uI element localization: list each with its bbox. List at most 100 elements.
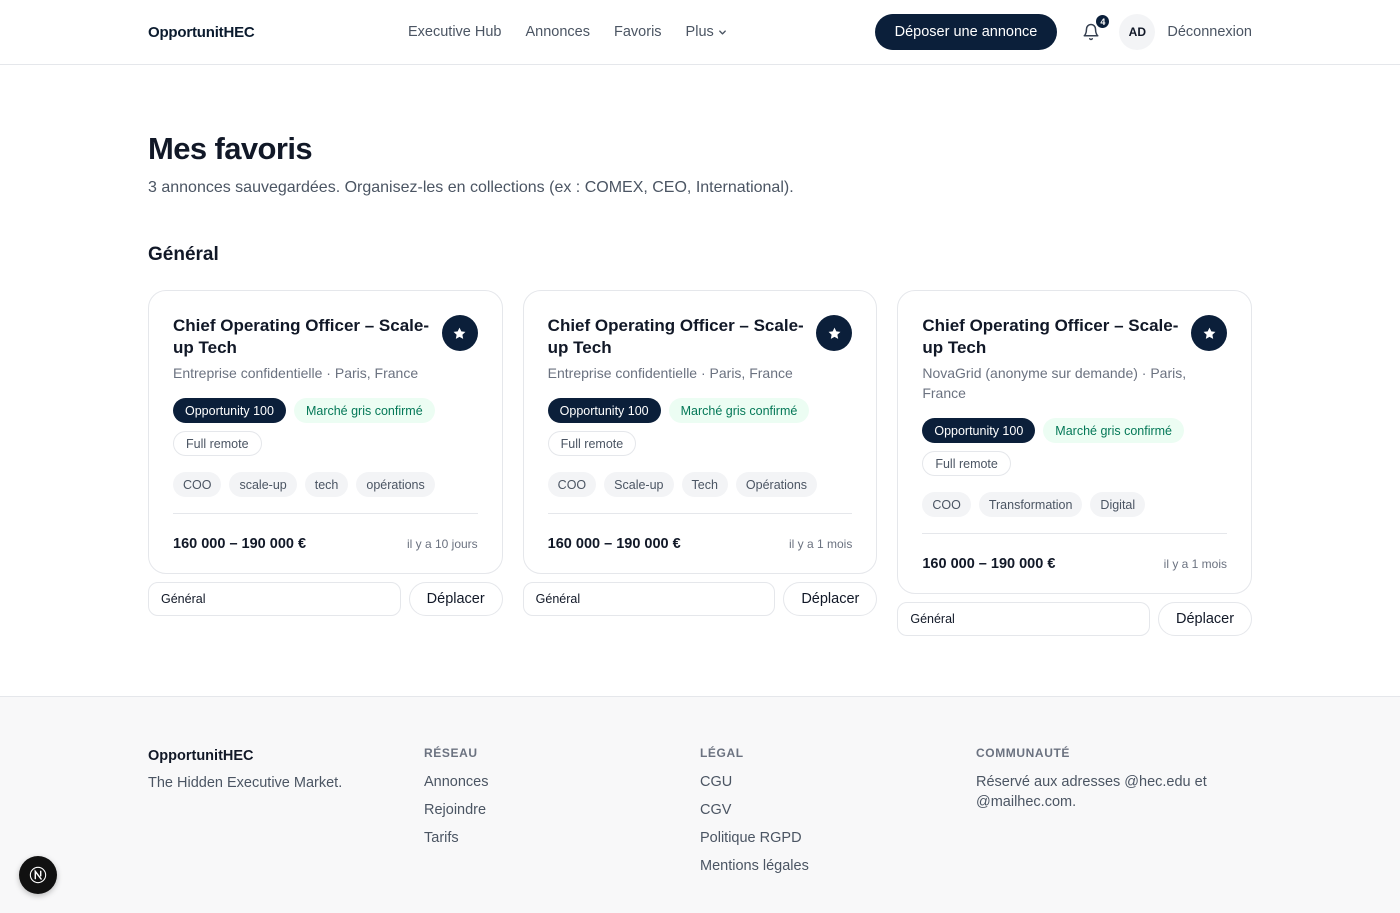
logout-link[interactable]: Déconnexion	[1167, 24, 1252, 40]
tag: Tech	[681, 472, 728, 497]
program-badge: Opportunity 100	[173, 398, 286, 423]
footer-link-annonces[interactable]: Annonces	[424, 772, 700, 792]
salary-range: 160 000 – 190 000 €	[547, 535, 681, 552]
footer-heading: RÉSEAU	[424, 746, 478, 760]
favorites-grid: Chief Operating Officer – Scale-up Tech …	[148, 290, 1253, 636]
listing-tags: COO Scale-up Tech Opérations	[547, 472, 853, 497]
avatar[interactable]: AD	[1119, 14, 1156, 50]
listing-footer: 160 000 – 190 000 € il y a 1 mois	[547, 513, 853, 573]
post-listing-button[interactable]: Déposer une annonce	[874, 14, 1058, 50]
listing-title[interactable]: Chief Operating Officer – Scale-up Tech	[922, 315, 1182, 359]
salary-range: 160 000 – 190 000 €	[173, 535, 307, 552]
chevron-down-icon	[718, 29, 726, 35]
listing-card[interactable]: Chief Operating Officer – Scale-up Tech …	[522, 290, 878, 574]
remote-badge: Full remote	[173, 431, 262, 456]
next-logo-icon	[29, 866, 47, 884]
listing-company-location: NovaGrid (anonyme sur demande) · Paris, …	[922, 365, 1187, 401]
collection-title: Général	[148, 244, 219, 265]
nav-plus[interactable]: Plus	[686, 24, 727, 40]
collection-input[interactable]	[148, 582, 401, 616]
salary-range: 160 000 – 190 000 €	[922, 555, 1056, 572]
unfavorite-button[interactable]	[1191, 315, 1228, 351]
favorite-item: Chief Operating Officer – Scale-up Tech …	[522, 290, 878, 616]
star-icon	[828, 327, 841, 339]
footer-community-text: Réservé aux adresses @hec.edu et @mailhe…	[976, 774, 1207, 810]
listing-title[interactable]: Chief Operating Officer – Scale-up Tech	[173, 315, 433, 359]
listing-tags: COO Transformation Digital	[922, 492, 1227, 517]
tag: COO	[922, 492, 971, 517]
remote-badge: Full remote	[547, 431, 637, 456]
program-badge: Opportunity 100	[547, 398, 661, 423]
dev-tools-button[interactable]	[19, 856, 57, 894]
notification-count-badge: 4	[1095, 14, 1111, 29]
listing-card[interactable]: Chief Operating Officer – Scale-up Tech …	[148, 290, 503, 574]
listing-title[interactable]: Chief Operating Officer – Scale-up Tech	[548, 315, 808, 359]
collection-input[interactable]	[897, 602, 1151, 636]
star-icon	[1203, 327, 1215, 339]
footer-logo: OpportunitHEC	[148, 748, 254, 764]
listing-footer: 160 000 – 190 000 € il y a 10 jours	[173, 513, 478, 573]
footer-link-cgv[interactable]: CGV	[700, 800, 976, 820]
footer-link-mentions[interactable]: Mentions légales	[700, 856, 976, 876]
posted-ago: il y a 1 mois	[788, 536, 853, 551]
tag: Scale-up	[604, 472, 674, 497]
move-button[interactable]: Déplacer	[783, 582, 878, 616]
posted-ago: il y a 10 jours	[406, 536, 478, 551]
main-nav: Executive Hub Annonces Favoris Plus	[408, 0, 727, 64]
unfavorite-button[interactable]	[441, 315, 478, 351]
listing-badges: Opportunity 100 Marché gris confirmé Ful…	[922, 418, 1227, 476]
footer-legal-col: LÉGAL CGU CGV Politique RGPD Mentions lé…	[700, 746, 976, 884]
posted-ago: il y a 1 mois	[1163, 556, 1228, 571]
listing-badges: Opportunity 100 Marché gris confirmé Ful…	[173, 398, 478, 456]
move-row: Déplacer	[148, 582, 503, 616]
listing-tags: COO scale-up tech opérations	[173, 472, 478, 497]
star-icon	[453, 327, 466, 339]
remote-badge: Full remote	[922, 451, 1011, 476]
listing-company-location: Entreprise confidentielle · Paris, Franc…	[547, 365, 793, 381]
footer-brand-col: OpportunitHEC The Hidden Executive Marke…	[148, 746, 424, 884]
tag: Transformation	[978, 492, 1083, 517]
tag: COO	[173, 472, 222, 497]
main-content: Mes favoris 3 annonces sauvegardées. Org…	[0, 131, 1400, 636]
move-button[interactable]: Déplacer	[408, 582, 503, 616]
listing-footer: 160 000 – 190 000 € il y a 1 mois	[922, 533, 1228, 593]
header-actions: Déposer une annonce 4 AD Déconnexion	[874, 0, 1252, 64]
move-button[interactable]: Déplacer	[1158, 602, 1253, 636]
tag: Opérations	[735, 472, 818, 497]
footer-reseau-col: RÉSEAU Annonces Rejoindre Tarifs	[424, 746, 700, 884]
listing-badges: Opportunity 100 Marché gris confirmé Ful…	[547, 398, 853, 456]
tag: Digital	[1090, 492, 1146, 517]
tag: scale-up	[229, 472, 297, 497]
move-row: Déplacer	[897, 602, 1253, 636]
footer-heading: COMMUNAUTÉ	[976, 746, 1070, 760]
footer-tagline: The Hidden Executive Market.	[148, 775, 343, 791]
footer-link-rejoindre[interactable]: Rejoindre	[424, 800, 700, 820]
logo[interactable]: OpportunitHEC	[148, 24, 255, 41]
tag: opérations	[356, 472, 435, 497]
market-badge: Marché gris confirmé	[668, 398, 810, 423]
unfavorite-button[interactable]	[816, 315, 853, 351]
program-badge: Opportunity 100	[922, 418, 1036, 443]
footer-community-col: COMMUNAUTÉ Réservé aux adresses @hec.edu…	[976, 746, 1252, 884]
tag: tech	[304, 472, 349, 497]
top-header: OpportunitHEC Executive Hub Annonces Fav…	[0, 0, 1400, 65]
tag: COO	[547, 472, 597, 497]
nav-favoris[interactable]: Favoris	[614, 24, 662, 40]
nav-annonces[interactable]: Annonces	[526, 24, 591, 40]
footer-link-tarifs[interactable]: Tarifs	[424, 828, 700, 848]
favorite-item: Chief Operating Officer – Scale-up Tech …	[148, 290, 503, 616]
collection-input[interactable]	[522, 582, 776, 616]
page-title: Mes favoris	[148, 131, 313, 166]
nav-executive-hub[interactable]: Executive Hub	[408, 24, 502, 40]
favorite-item: Chief Operating Officer – Scale-up Tech …	[897, 290, 1253, 636]
move-row: Déplacer	[522, 582, 878, 616]
listing-card[interactable]: Chief Operating Officer – Scale-up Tech …	[897, 290, 1253, 594]
listing-company-location: Entreprise confidentielle · Paris, Franc…	[173, 365, 419, 381]
nav-plus-label: Plus	[685, 24, 714, 40]
page-subtitle: 3 annonces sauvegardées. Organisez-les e…	[148, 179, 794, 196]
footer-link-cgu[interactable]: CGU	[700, 772, 976, 792]
notifications-button[interactable]: 4	[1079, 14, 1111, 44]
market-badge: Marché gris confirmé	[293, 398, 435, 423]
market-badge: Marché gris confirmé	[1043, 418, 1184, 443]
footer-link-rgpd[interactable]: Politique RGPD	[700, 828, 976, 848]
